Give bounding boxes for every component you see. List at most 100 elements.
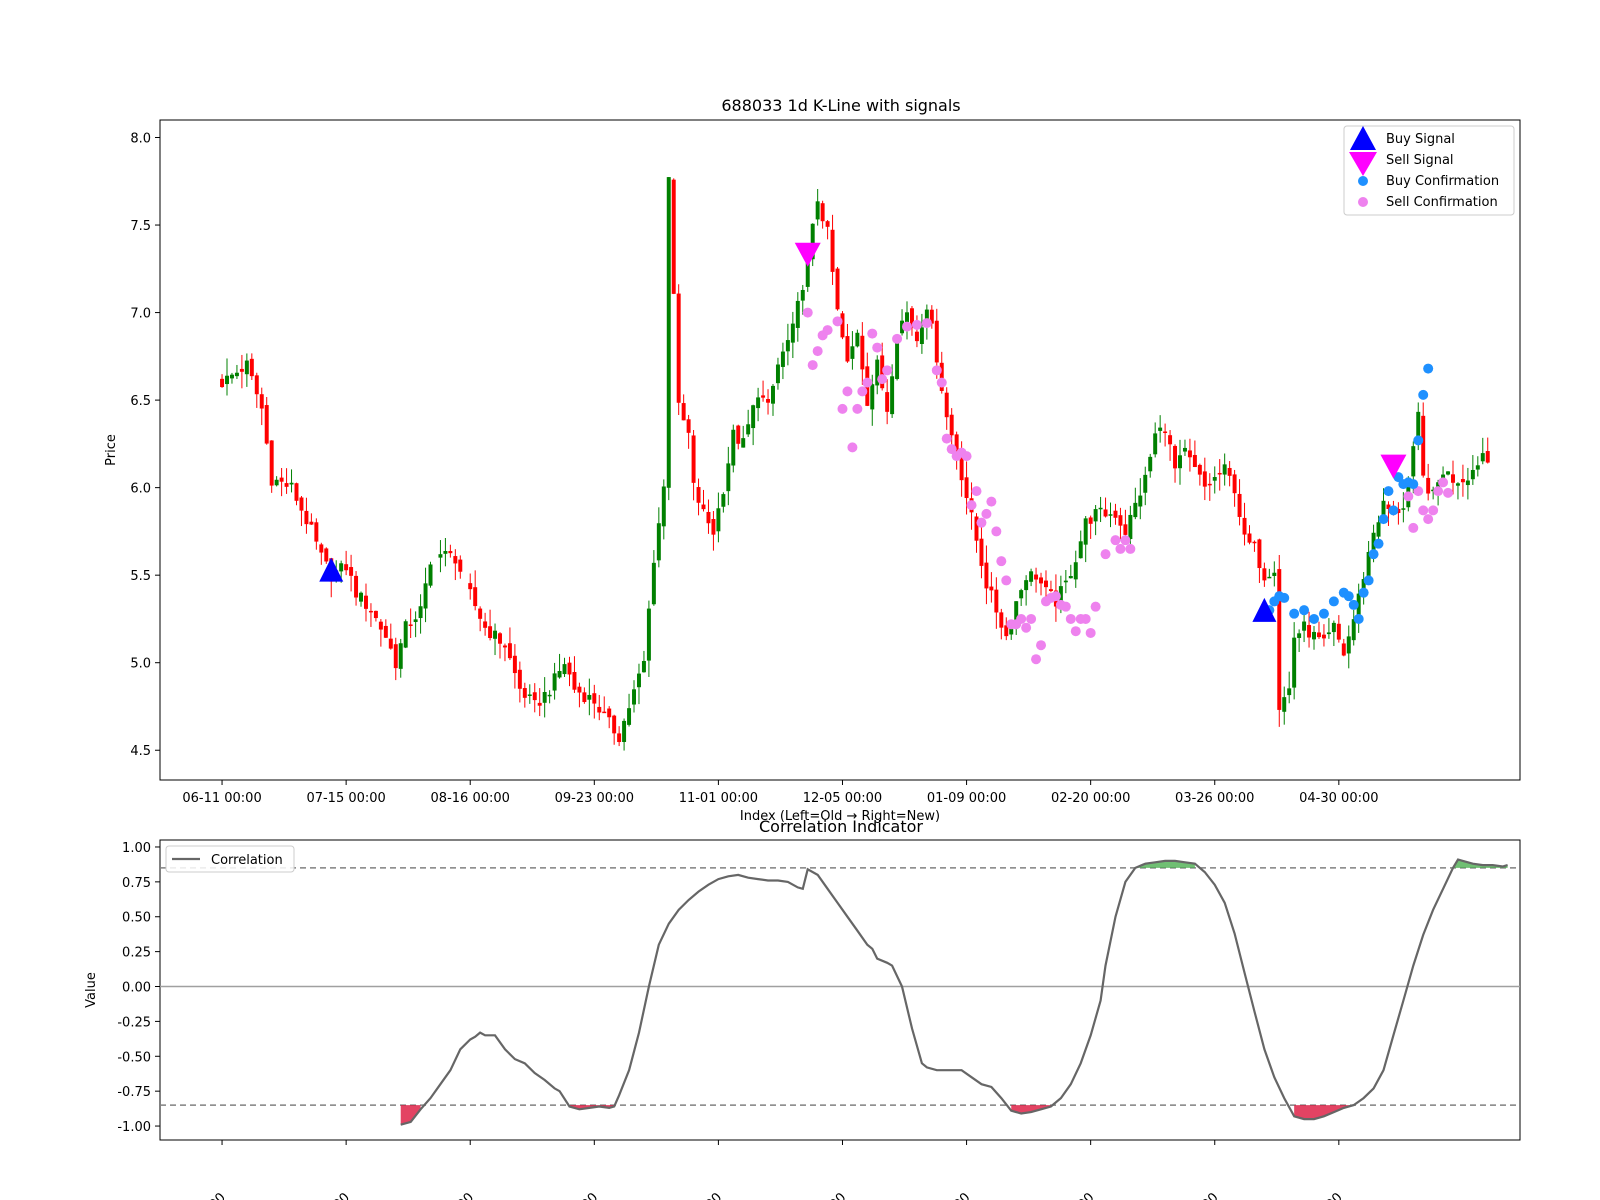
candle: [359, 591, 364, 607]
candle-body: [641, 661, 646, 673]
candle-body: [716, 508, 721, 532]
candle-body: [448, 551, 453, 554]
candle: [1118, 507, 1123, 540]
candle: [656, 507, 661, 568]
candle-body: [959, 456, 964, 481]
correlation-y-tick-label: 0.25: [122, 946, 151, 961]
candle: [1470, 455, 1475, 485]
candle: [756, 387, 761, 422]
buy-confirmation-point: [1353, 613, 1364, 624]
candle: [592, 684, 597, 719]
candle: [617, 726, 622, 747]
candle: [989, 572, 994, 603]
candle: [1326, 618, 1331, 639]
buy-confirmation-point: [1318, 608, 1329, 619]
candle: [627, 693, 632, 727]
candle-body: [984, 562, 989, 589]
candle-body: [914, 331, 919, 342]
candle: [1133, 487, 1138, 520]
candle-body: [1341, 643, 1346, 656]
buy-confirmation-point: [1378, 514, 1389, 525]
candle: [1331, 620, 1336, 647]
correlation-x-tick-label: 5 00:00: [803, 1190, 849, 1200]
candle-body: [507, 643, 512, 659]
buy-confirmation-point: [1373, 538, 1384, 549]
correlation-x-tick-label: 0 00:00: [1300, 1190, 1346, 1200]
candle: [1257, 538, 1262, 584]
candle-body: [1024, 580, 1029, 591]
candle-body: [423, 583, 428, 609]
candle: [860, 322, 865, 385]
candle: [364, 583, 368, 622]
candle-body: [746, 424, 751, 435]
candle-body: [1197, 464, 1202, 475]
candle: [1207, 473, 1212, 501]
candle: [726, 446, 731, 506]
candle-body: [815, 201, 820, 220]
candle-body: [850, 346, 855, 359]
candle: [408, 608, 413, 639]
candle: [1083, 516, 1088, 563]
candle-body: [344, 564, 349, 571]
candle: [671, 178, 676, 295]
candle-body: [979, 538, 984, 566]
candle-body: [646, 608, 651, 661]
sell-confirmation-point: [1001, 575, 1012, 586]
candle-body: [269, 440, 274, 486]
kline-y-tick-label: 8.0: [130, 132, 151, 147]
candle: [820, 200, 825, 229]
candle: [840, 311, 845, 340]
candle-body: [1475, 465, 1480, 470]
candle: [1316, 621, 1321, 639]
candle: [225, 358, 229, 396]
candle-body: [289, 482, 294, 485]
candle: [488, 609, 493, 641]
candle: [1247, 525, 1252, 545]
candle: [547, 690, 552, 704]
sell-confirmation-legend-icon: [1358, 197, 1368, 207]
candle-body: [1063, 580, 1068, 583]
candle-body: [1446, 471, 1451, 475]
candle: [721, 492, 726, 513]
candle-body: [309, 521, 314, 525]
candle: [716, 492, 721, 543]
candle-body: [468, 583, 473, 590]
sell-confirmation-point: [1408, 522, 1419, 533]
kline-y-tick-label: 4.5: [130, 744, 151, 759]
kline-y-tick-label: 5.5: [130, 569, 151, 584]
candle: [780, 342, 785, 380]
candle: [368, 603, 373, 627]
candle: [711, 511, 716, 551]
candle: [264, 397, 269, 445]
candle-body: [557, 671, 562, 678]
candle: [686, 414, 691, 449]
candle: [522, 682, 527, 708]
candle-body: [1048, 589, 1053, 592]
candle: [453, 549, 458, 581]
candle: [234, 364, 239, 379]
candle: [1465, 467, 1470, 500]
candle-body: [373, 610, 378, 619]
candle: [1163, 423, 1168, 447]
candle: [905, 301, 909, 340]
kline-x-tick-label: 08-16 00:00: [431, 791, 510, 806]
candle-body: [1237, 493, 1242, 517]
candle-body: [1192, 454, 1197, 468]
candle: [239, 354, 244, 389]
candle: [1182, 439, 1187, 456]
candle: [1222, 453, 1227, 486]
candle: [636, 663, 641, 705]
candle-body: [259, 394, 264, 409]
candle: [1029, 568, 1034, 587]
candle: [383, 619, 388, 638]
candle: [1346, 625, 1351, 669]
candle: [775, 357, 780, 390]
candle-body: [1460, 479, 1465, 483]
candle-body: [1470, 469, 1475, 480]
candle: [1019, 588, 1024, 606]
candle-body: [254, 375, 259, 395]
sell-confirmation-point: [1125, 543, 1136, 554]
candle: [398, 638, 403, 678]
candle: [249, 353, 254, 380]
candle: [294, 482, 299, 506]
